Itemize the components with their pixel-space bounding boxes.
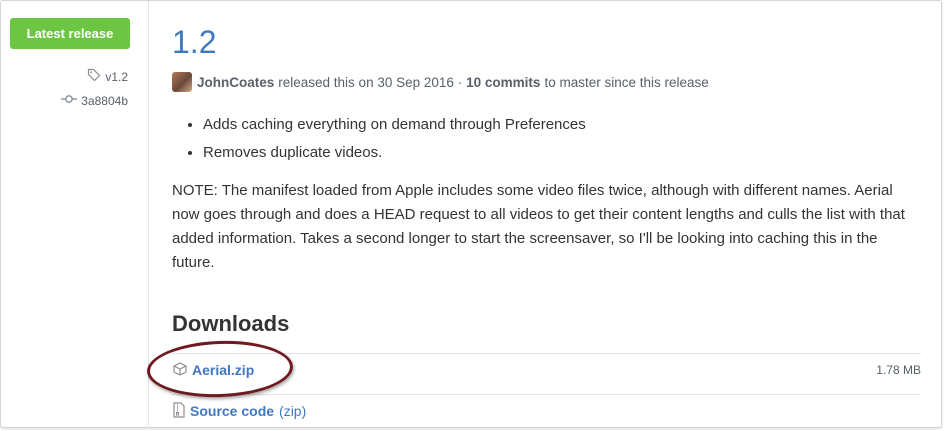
release-meta: JohnCoates released this on 30 Sep 2016 … (172, 72, 709, 92)
release-title[interactable]: 1.2 (172, 22, 216, 62)
author-link[interactable]: JohnCoates (197, 75, 274, 90)
package-icon (172, 361, 188, 380)
commit-sha: 3a8804b (81, 93, 128, 108)
release-card: Latest release v1.2 3a8804b 1.2 JohnCoat… (0, 0, 942, 429)
asset-link[interactable]: Aerial.zip (192, 362, 254, 378)
commit-link[interactable]: 3a8804b (61, 93, 128, 108)
release-sidebar: Latest release v1.2 3a8804b (1, 1, 149, 429)
download-item: Aerial.zip 1.78 MB (172, 353, 921, 386)
list-item: Adds caching everything on demand throug… (203, 113, 917, 137)
released-text: released this on 30 Sep 2016 · (278, 74, 463, 90)
download-item: Source code (zip) (172, 394, 921, 427)
source-code-link[interactable]: Source code (190, 403, 274, 419)
notes-list: Adds caching everything on demand throug… (172, 113, 917, 165)
tag-label: v1.2 (105, 69, 128, 84)
asset-size: 1.78 MB (876, 363, 921, 377)
tag-link[interactable]: v1.2 (87, 68, 128, 85)
commits-link[interactable]: 10 commits (466, 75, 540, 90)
release-notes: Adds caching everything on demand throug… (172, 113, 917, 275)
avatar[interactable] (172, 72, 192, 92)
commits-suffix: to master since this release (544, 74, 709, 90)
downloads-heading: Downloads (172, 311, 290, 336)
notes-paragraph: NOTE: The manifest loaded from Apple inc… (172, 182, 905, 271)
source-code-format[interactable]: (zip) (279, 403, 306, 419)
latest-release-badge: Latest release (10, 18, 130, 49)
tag-icon (87, 68, 101, 85)
file-zip-icon (172, 401, 186, 421)
list-item: Removes duplicate videos. (203, 141, 917, 165)
commit-icon (61, 93, 78, 108)
